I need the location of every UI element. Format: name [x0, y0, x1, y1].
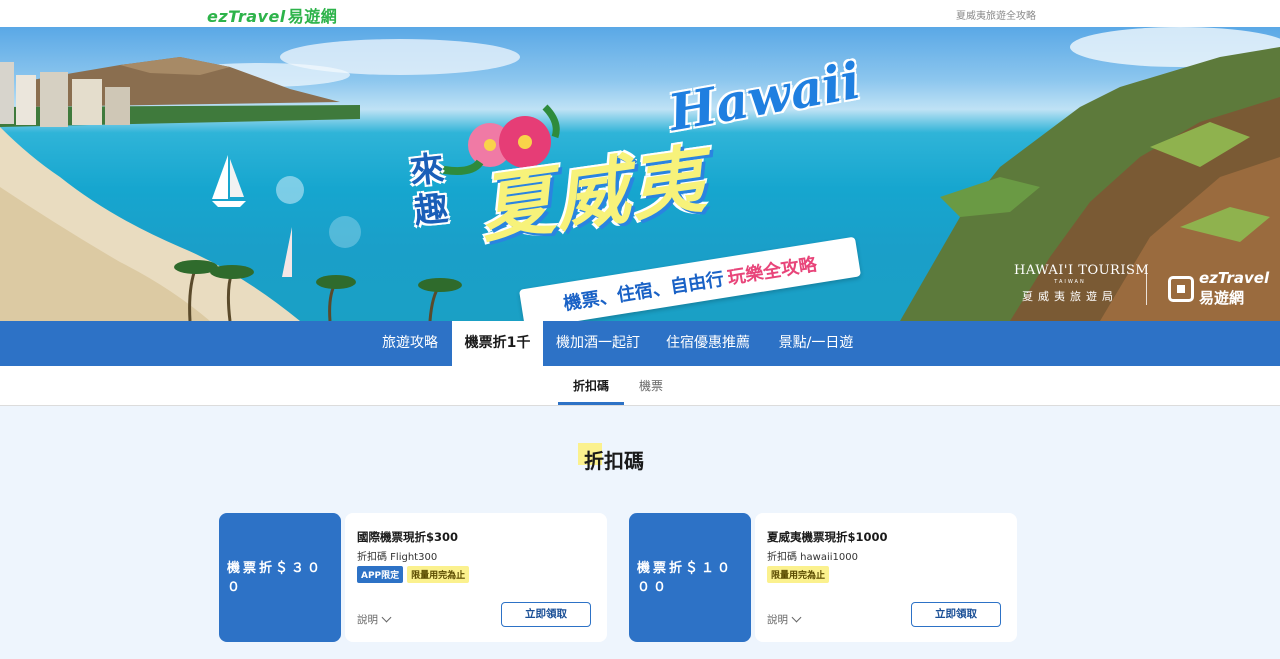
hawaii-guide-link[interactable]: 夏威夷旅遊全攻略: [956, 7, 1036, 22]
coupon-explain-toggle[interactable]: 說明: [357, 612, 392, 627]
tab-flight-discount[interactable]: 機票折1千: [452, 321, 543, 366]
main-nav: 旅遊攻略 機票折1千 機加酒一起訂 住宿優惠推薦 景點/一日遊: [0, 321, 1280, 366]
coupon-code: 折扣碼 hawaii1000: [767, 552, 858, 563]
tab-flight-hotel[interactable]: 機加酒一起訂: [546, 321, 650, 366]
coupon-amount-panel: 機票折＄１０００: [629, 513, 751, 642]
coupon-card: 機票折＄１０００ 夏威夷機票現折$1000 折扣碼 hawaii1000 限量用…: [629, 508, 1017, 647]
coupon-amount-panel: 機票折＄３００: [219, 513, 341, 642]
tourism-logo-cn: 夏威夷旅遊局: [1022, 290, 1118, 303]
coupon-code: 折扣碼 Flight300: [357, 552, 438, 563]
coupon-tags: 限量用完為止: [767, 566, 833, 583]
tab-travel-guide[interactable]: 旅遊攻略: [370, 321, 450, 366]
claim-button[interactable]: 立即領取: [501, 602, 591, 627]
app-only-badge: APP限定: [357, 566, 404, 583]
coupon-tags: APP限定 限量用完為止: [357, 566, 473, 583]
coupon-title: 國際機票現折$300: [357, 530, 459, 544]
sub-nav: 折扣碼 機票: [0, 366, 1280, 406]
limited-badge: 限量用完為止: [407, 566, 470, 583]
banner-ez-cn: 易遊網: [1199, 289, 1245, 307]
banner-come-text: 來趣: [407, 148, 451, 232]
coupon-amount: 機票折＄１０００: [637, 560, 734, 595]
subtab-flights[interactable]: 機票: [624, 366, 678, 406]
eztravel-logo[interactable]: ezTravel 易遊網: [207, 3, 337, 27]
coupon-explain-label: 說明: [357, 614, 378, 626]
tourism-logo-sub: TAIWAN: [1054, 279, 1086, 285]
coupon-detail: 國際機票現折$300 折扣碼 Flight300 APP限定 限量用完為止 說明…: [345, 513, 607, 642]
coupon-amount: 機票折＄３００: [227, 560, 324, 595]
hero-banner: Hawaii 來趣 夏威夷 機票、住宿、自由行 玩樂全攻略 HAWAI'I TO…: [0, 27, 1280, 321]
tab-attractions[interactable]: 景點/一日遊: [766, 321, 866, 366]
banner-ez-en: ezTravel: [1199, 269, 1270, 287]
chevron-down-icon: [791, 612, 802, 623]
limited-badge: 限量用完為止: [767, 566, 830, 583]
hawaii-tourism-logo: HAWAI'I TOURISM TAIWAN 夏威夷旅遊局: [1014, 263, 1150, 304]
eztravel-banner-logo: ezTravel 易遊網: [1168, 269, 1269, 308]
logo-cn: 易遊網: [287, 7, 338, 26]
logo-divider: [1146, 265, 1147, 305]
chevron-down-icon: [381, 612, 392, 623]
tab-hotel-deals[interactable]: 住宿優惠推薦: [656, 321, 760, 366]
coupon-detail: 夏威夷機票現折$1000 折扣碼 hawaii1000 限量用完為止 說明 立即…: [755, 513, 1017, 642]
subtab-discount-code[interactable]: 折扣碼: [558, 366, 624, 405]
tourism-logo-en: HAWAI'I TOURISM: [1014, 263, 1150, 278]
section-title: 折扣碼: [584, 449, 644, 473]
coupon-title: 夏威夷機票現折$1000: [767, 530, 888, 544]
claim-button[interactable]: 立即領取: [911, 602, 1001, 627]
coupon-explain-label: 說明: [767, 614, 788, 626]
top-header: ezTravel 易遊網 夏威夷旅遊全攻略: [0, 0, 1280, 27]
logo-en: ezTravel: [207, 7, 286, 26]
banner-ribbon-guide: 玩樂全攻略: [726, 254, 819, 289]
eztravel-mark-icon: [1168, 275, 1194, 302]
coupon-explain-toggle[interactable]: 說明: [767, 612, 802, 627]
coupon-card: 機票折＄３００ 國際機票現折$300 折扣碼 Flight300 APP限定 限…: [219, 508, 607, 647]
